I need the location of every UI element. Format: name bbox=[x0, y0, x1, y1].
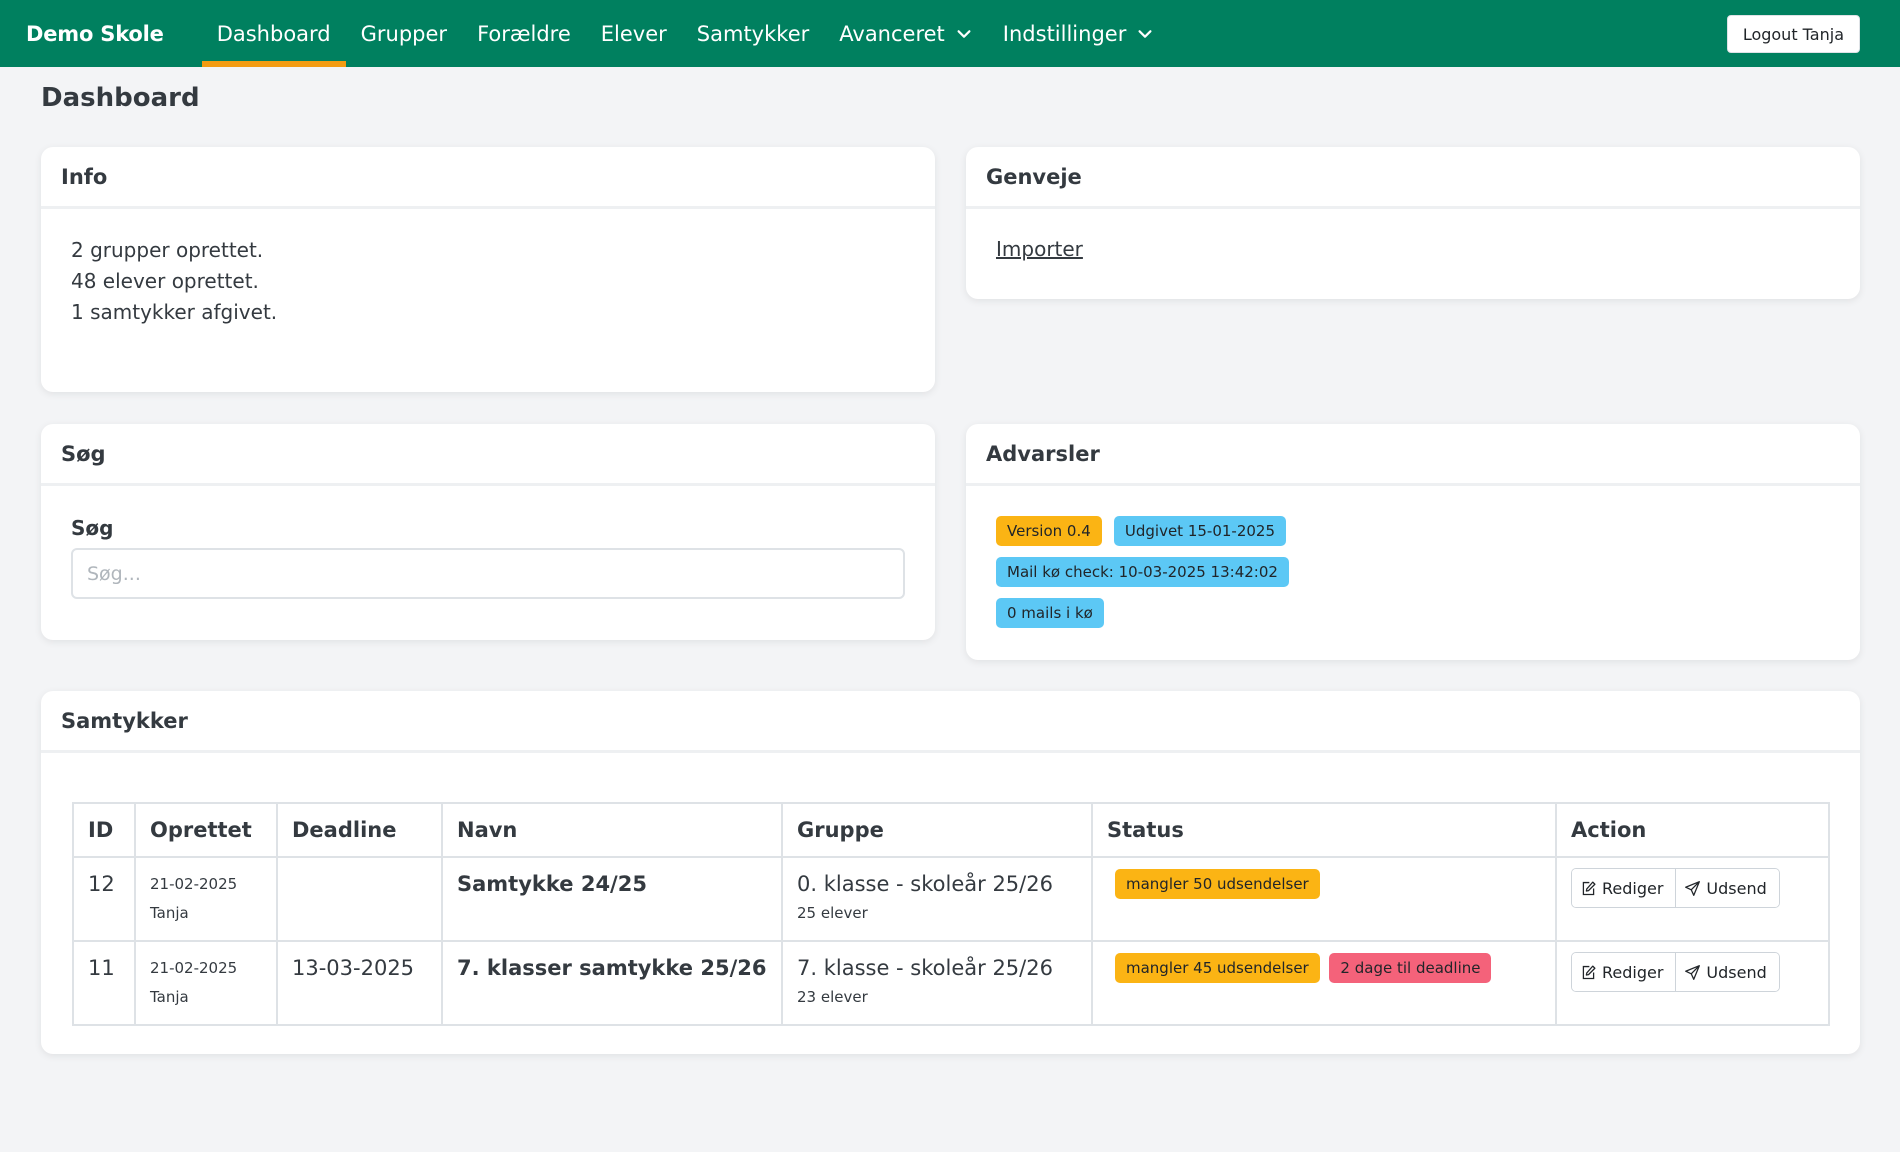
nav-item-elever[interactable]: Elever bbox=[586, 0, 682, 67]
column-header-oprettet[interactable]: Oprettet bbox=[134, 802, 278, 858]
shortcuts-card: Genveje Importer bbox=[966, 147, 1860, 299]
edit-button[interactable]: Rediger bbox=[1572, 953, 1676, 991]
chevron-down-icon bbox=[957, 29, 971, 38]
column-header-id[interactable]: ID bbox=[72, 802, 136, 858]
column-header-status[interactable]: Status bbox=[1091, 802, 1557, 858]
row-name[interactable]: 7. klasser samtykke 25/26 bbox=[457, 954, 767, 982]
status-badge: mangler 45 udsendelser bbox=[1115, 953, 1320, 983]
top-navbar: Demo Skole Dashboard Grupper Forældre El… bbox=[0, 0, 1900, 67]
edit-icon bbox=[1582, 880, 1596, 895]
edit-button-label: Rediger bbox=[1602, 878, 1664, 898]
edit-button-label: Rediger bbox=[1602, 962, 1664, 982]
row-created-date: 21-02-2025 bbox=[150, 959, 238, 977]
send-button-label: Udsend bbox=[1706, 962, 1767, 982]
send-button[interactable]: Udsend bbox=[1675, 869, 1779, 907]
warnings-card-title: Advarsler bbox=[966, 424, 1860, 486]
search-label: Søg bbox=[71, 516, 114, 540]
edit-icon bbox=[1582, 964, 1596, 979]
nav-item-foraeldre[interactable]: Forældre bbox=[462, 0, 586, 67]
logout-button[interactable]: Logout Tanja bbox=[1726, 15, 1860, 53]
import-link[interactable]: Importer bbox=[996, 237, 1083, 261]
row-action-group: Rediger Udsend bbox=[1571, 952, 1780, 992]
info-groups-count: 2 grupper oprettet. bbox=[71, 238, 264, 262]
info-card-title: Info bbox=[41, 147, 935, 209]
column-header-navn[interactable]: Navn bbox=[441, 802, 783, 858]
page-title: Dashboard bbox=[41, 83, 200, 113]
send-icon bbox=[1685, 880, 1701, 896]
row-deadline: 13-03-2025 bbox=[292, 956, 415, 980]
consents-card-title: Samtykker bbox=[41, 691, 1860, 753]
row-created-by: Tanja bbox=[150, 904, 189, 922]
row-group-count: 25 elever bbox=[797, 904, 868, 922]
info-students-count: 48 elever oprettet. bbox=[71, 269, 259, 293]
nav-item-dashboard[interactable]: Dashboard bbox=[201, 0, 346, 67]
column-header-action: Action bbox=[1555, 802, 1830, 858]
row-action-group: Rediger Udsend bbox=[1571, 868, 1780, 908]
row-group-count: 23 elever bbox=[797, 988, 868, 1006]
row-group: 0. klasse - skoleår 25/26 bbox=[797, 872, 1053, 896]
search-card-title: Søg bbox=[41, 424, 935, 486]
mail-queue-count-badge: 0 mails i kø bbox=[996, 598, 1104, 628]
nav-item-avanceret[interactable]: Avanceret bbox=[824, 0, 988, 67]
shortcuts-card-title: Genveje bbox=[966, 147, 1860, 209]
send-icon bbox=[1685, 964, 1701, 980]
chevron-down-icon bbox=[1138, 29, 1152, 38]
release-date-badge: Udgivet 15-01-2025 bbox=[1113, 516, 1287, 546]
search-card: Søg Søg bbox=[41, 424, 935, 640]
deadline-badge: 2 dage til deadline bbox=[1329, 953, 1492, 983]
send-button[interactable]: Udsend bbox=[1675, 953, 1779, 991]
info-consents-count: 1 samtykker afgivet. bbox=[71, 300, 278, 324]
table-header-row: ID Oprettet Deadline Navn Gruppe Status … bbox=[72, 802, 1830, 858]
row-id: 12 bbox=[88, 872, 115, 896]
nav-item-samtykker[interactable]: Samtykker bbox=[682, 0, 824, 67]
nav-item-indstillinger-label: Indstillinger bbox=[1002, 21, 1127, 46]
row-name[interactable]: Samtykke 24/25 bbox=[457, 870, 767, 898]
send-button-label: Udsend bbox=[1706, 878, 1767, 898]
warnings-card: Advarsler Version 0.4 Udgivet 15-01-2025… bbox=[966, 424, 1860, 660]
version-badge: Version 0.4 bbox=[996, 516, 1102, 546]
consents-table: ID Oprettet Deadline Navn Gruppe Status … bbox=[72, 802, 1830, 1026]
mail-queue-check-badge: Mail kø check: 10-03-2025 13:42:02 bbox=[996, 557, 1289, 587]
row-group: 7. klasse - skoleår 25/26 bbox=[797, 956, 1053, 980]
status-badge: mangler 50 udsendelser bbox=[1115, 869, 1320, 899]
nav-item-avanceret-label: Avanceret bbox=[839, 21, 945, 46]
row-created-by: Tanja bbox=[150, 988, 189, 1006]
nav-item-grupper[interactable]: Grupper bbox=[346, 0, 462, 67]
consents-card: Samtykker ID Oprettet Deadline Navn Grup… bbox=[41, 691, 1860, 1054]
column-header-gruppe[interactable]: Gruppe bbox=[781, 802, 1093, 858]
search-input[interactable] bbox=[71, 548, 905, 599]
row-created-date: 21-02-2025 bbox=[150, 875, 238, 893]
info-card: Info 2 grupper oprettet. 48 elever opret… bbox=[41, 147, 935, 392]
table-row: 12 21-02-2025 Tanja Samtykke 24/25 0. kl… bbox=[72, 856, 1830, 942]
brand-logo[interactable]: Demo Skole bbox=[26, 0, 164, 67]
table-row: 11 21-02-2025 Tanja 13-03-2025 7. klasse… bbox=[72, 940, 1830, 1026]
row-id: 11 bbox=[88, 956, 115, 980]
nav-item-indstillinger[interactable]: Indstillinger bbox=[988, 0, 1170, 67]
column-header-deadline[interactable]: Deadline bbox=[276, 802, 443, 858]
edit-button[interactable]: Rediger bbox=[1572, 869, 1676, 907]
